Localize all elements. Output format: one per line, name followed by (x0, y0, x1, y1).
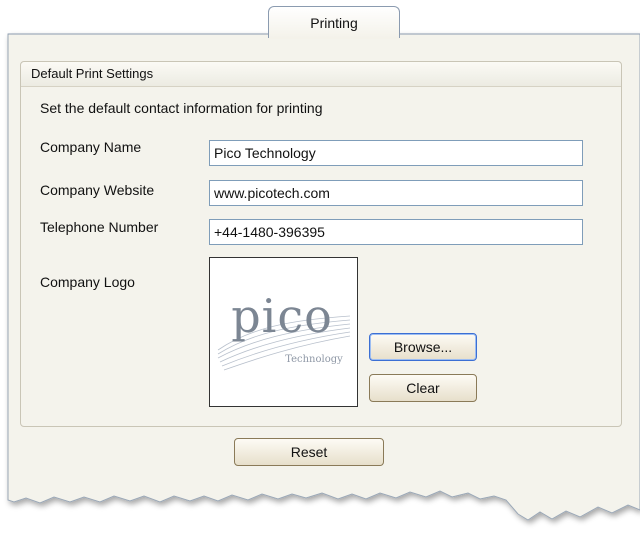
print-settings-dialog: Printing Default Print Settings Set the … (0, 0, 640, 537)
pico-logo-image: pico Technology (217, 289, 351, 371)
company-logo-preview: pico Technology (209, 257, 358, 407)
company-website-label: Company Website (40, 182, 155, 198)
description-text: Set the default contact information for … (40, 100, 323, 116)
group-title: Default Print Settings (21, 62, 621, 87)
telephone-number-label: Telephone Number (40, 219, 159, 235)
company-website-field[interactable]: www.picotech.com (209, 180, 583, 206)
tab-printing[interactable]: Printing (268, 6, 400, 38)
logo-wordmark: pico (231, 289, 333, 343)
reset-button[interactable]: Reset (234, 438, 384, 466)
clear-button[interactable]: Clear (369, 374, 477, 402)
browse-button[interactable]: Browse... (369, 333, 477, 361)
logo-tagline: Technology (285, 354, 343, 365)
company-name-field[interactable]: Pico Technology (209, 140, 583, 166)
company-name-label: Company Name (40, 139, 142, 155)
company-logo-label: Company Logo (40, 274, 135, 290)
telephone-number-field[interactable]: +44-1480-396395 (209, 219, 583, 245)
